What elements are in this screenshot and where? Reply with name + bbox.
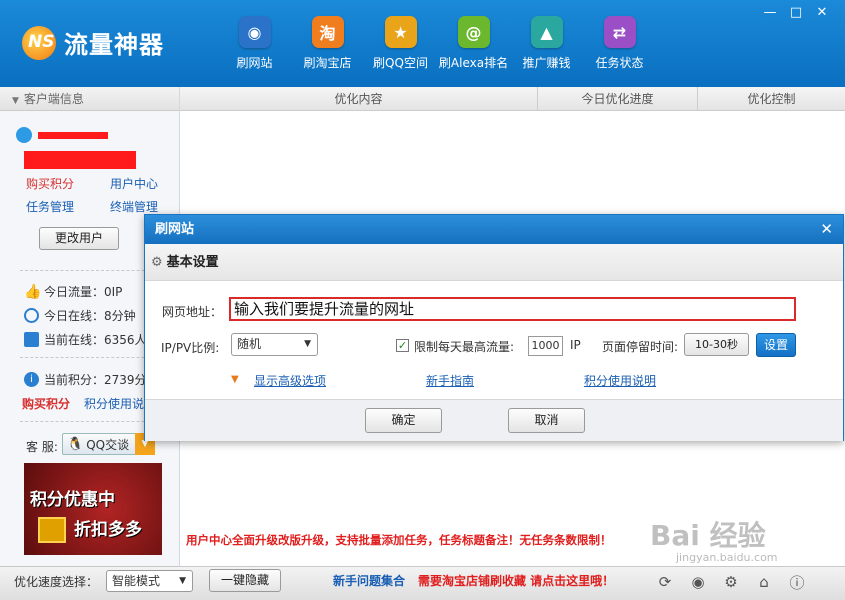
client-info-header[interactable]: ▼ 客户端信息 [0,87,179,111]
brush-website-dialog: 刷网站 ✕ ⚙ 基本设置 网页地址： 输入我们要提升流量的网址 IP/PV比例: … [144,214,844,441]
buy-points-link[interactable]: 购买积分 [26,175,74,192]
col-today-progress[interactable]: 今日优化进度 [538,87,698,110]
cancel-button[interactable]: 取消 [508,408,585,433]
collapse-icon: ▼ [12,96,19,106]
gear-icon: ⚙ [151,255,163,270]
app-name: 流量神器 [64,30,164,59]
current-online: 当前在线：6356人 [24,331,147,348]
col-optimize-control[interactable]: 优化控制 [698,87,845,110]
status-icons: ⟳ ◉ ⚙ ⌂ ⓘ [644,572,809,592]
user-icon [16,127,32,143]
logo-icon: NS [22,24,62,60]
col-optimize-content[interactable]: 优化内容 [180,87,538,110]
promo-banner[interactable]: 积分优惠中 折扣多多 [24,463,162,555]
exchange-icon: ⇄ [603,16,636,48]
gift-icon [38,517,66,543]
settings-button[interactable]: 设置 [756,333,796,357]
nav-task-status[interactable]: ⇄ 任务状态 [583,16,656,71]
dialog-footer: 确定 取消 [145,399,843,441]
url-label: 网页地址： [162,305,223,319]
stay-time-label: 页面停留时间: [602,340,679,354]
user-center-link[interactable]: 用户中心 [110,175,158,192]
today-traffic: 👍 今日流量：0IP [24,284,123,300]
current-points: i 当前积分：2739分 [24,371,147,388]
promo-line1: 积分优惠中 [30,490,115,510]
close-button[interactable]: ✕ [809,4,835,22]
alexa-icon: @ [457,16,490,48]
limit-input[interactable]: 1000 [528,336,563,356]
today-online: 今日在线：8分钟 [24,307,136,324]
baidu-watermark: Bai 经验 [650,519,766,552]
upgrade-notice[interactable]: 用户中心全面升级改版升级，支持批量添加任务，任务标题备注！无任务条数限制！ [186,532,612,548]
user-row [16,127,32,143]
refresh-icon[interactable]: ⟳ [653,572,677,592]
chevron-down-icon: ▼ [304,339,311,349]
limit-checkbox[interactable]: ✓ [396,339,409,352]
chevron-down-icon: ▼ [179,576,186,586]
dialog-title: 刷网站 [145,215,843,244]
gear-icon[interactable]: ⚙ [719,572,743,592]
star-icon: ★ [384,16,417,48]
show-advanced-link[interactable]: 显示高级选项 [254,372,326,389]
speed-select[interactable]: 智能模式 ▼ [106,570,193,592]
change-user-button[interactable]: 更改用户 [39,227,119,250]
app-header: NS 流量神器 ◉ 刷网站 淘 刷淘宝店 ★ 刷QQ空间 @ 刷Alexa排名 … [0,0,845,87]
limit-label: 限制每天最高流量: [414,340,515,354]
nav-brush-alexa[interactable]: @ 刷Alexa排名 [437,16,510,71]
taobao-collect-link[interactable]: 需要淘宝店铺刷收藏 请点击这里哦！ [418,572,614,589]
points-usage-link[interactable]: 积分使用说明 [584,372,656,389]
redacted-account [24,151,136,169]
service-label: 客 服: [26,440,58,454]
eye-icon[interactable]: ◉ [686,572,710,592]
app-logo: NS 流量神器 [22,24,164,60]
nav-brush-taobao[interactable]: 淘 刷淘宝店 [291,16,364,71]
qq-penguin-icon: 🐧 [67,436,84,452]
window-controls: — □ ✕ [757,4,835,22]
limit-unit: IP [570,338,581,352]
buy-points-link-2[interactable]: 购买积分 [22,395,70,412]
ratio-label: IP/PV比例: [161,341,220,355]
info-icon[interactable]: ⓘ [785,572,809,592]
promo-line2: 折扣多多 [74,520,142,540]
ok-button[interactable]: 确定 [365,408,442,433]
qq-chat-button[interactable]: 🐧 QQ交谈 ▼ [62,433,155,455]
nav-brush-qzone[interactable]: ★ 刷QQ空间 [364,16,437,71]
stay-time-select[interactable]: 10-30秒 [684,333,749,356]
ratio-select[interactable]: 随机 ▼ [231,333,318,356]
task-manage-link[interactable]: 任务管理 [26,198,74,215]
nav-brush-website[interactable]: ◉ 刷网站 [218,16,291,71]
maximize-button[interactable]: □ [783,4,809,22]
baidu-watermark-url: jingyan.baidu.com [676,551,778,564]
users-icon [24,332,39,347]
main-nav: ◉ 刷网站 淘 刷淘宝店 ★ 刷QQ空间 @ 刷Alexa排名 ▲ 推广赚钱 ⇄… [218,16,656,71]
clock-icon [24,308,39,323]
home-icon[interactable]: ⌂ [752,572,776,592]
info-icon: i [24,372,39,387]
speed-label: 优化速度选择： [14,575,99,589]
basic-settings-header: ⚙ 基本设置 [145,244,843,281]
minimize-button[interactable]: — [757,4,783,22]
one-click-hide-button[interactable]: 一键隐藏 [209,569,281,592]
thumb-icon: 👍 [24,284,42,300]
triangle-down-icon: ▼ [231,374,239,385]
redacted-username [38,132,108,139]
newbie-guide-link[interactable]: 新手指南 [426,372,474,389]
dialog-body: 网页地址： 输入我们要提升流量的网址 IP/PV比例: 随机 ▼ ✓ 限制每天最… [145,281,843,399]
dialog-close-icon[interactable]: ✕ [820,220,833,238]
taobao-icon: 淘 [311,16,344,48]
globe-icon: ◉ [238,16,271,48]
table-header: 优化内容 今日优化进度 优化控制 [180,87,845,111]
status-bar: 优化速度选择： 智能模式 ▼ 一键隐藏 新手问题集合 需要淘宝店铺刷收藏 请点击… [0,566,845,600]
nav-promote-earn[interactable]: ▲ 推广赚钱 [510,16,583,71]
terminal-manage-link[interactable]: 终端管理 [110,198,158,215]
url-input[interactable]: 输入我们要提升流量的网址 [229,297,796,321]
newbie-faq-link[interactable]: 新手问题集合 [333,572,405,589]
rocket-icon: ▲ [530,16,563,48]
